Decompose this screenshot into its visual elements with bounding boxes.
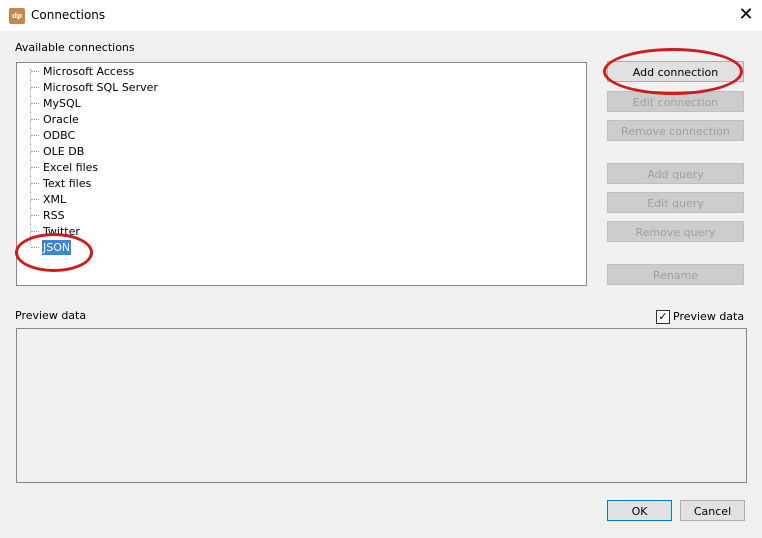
tree-connector — [31, 87, 39, 88]
tree-item-ole-db[interactable]: OLE DB — [42, 144, 85, 159]
preview-data-label: Preview data — [15, 309, 87, 322]
add-connection-button[interactable]: Add connection — [607, 61, 744, 82]
ok-button[interactable]: OK — [607, 500, 672, 521]
available-connections-label: Available connections — [15, 41, 135, 54]
edit-query-button[interactable]: Edit query — [607, 192, 744, 213]
tree-connector — [31, 71, 39, 72]
tree-connector — [31, 215, 39, 216]
remove-query-button[interactable]: Remove query — [607, 221, 744, 242]
tree-connector — [31, 199, 39, 200]
preview-data-checkbox-label[interactable]: Preview data — [673, 310, 744, 323]
connections-tree[interactable]: Microsoft Access Microsoft SQL Server My… — [16, 62, 587, 286]
tree-line — [30, 69, 31, 245]
tree-item-text-files[interactable]: Text files — [42, 176, 92, 191]
tree-connector — [31, 151, 39, 152]
tree-connector — [31, 135, 39, 136]
tree-item-excel-files[interactable]: Excel files — [42, 160, 99, 175]
tree-item-json[interactable]: JSON — [42, 240, 72, 255]
preview-data-checkbox[interactable]: ✓ — [656, 310, 670, 324]
title-bar: dp Connections ✕ — [0, 0, 762, 31]
tree-item-twitter[interactable]: Twitter — [42, 224, 81, 239]
window-title: Connections — [31, 8, 106, 22]
tree-item-xml[interactable]: XML — [42, 192, 67, 207]
tree-connector — [31, 167, 39, 168]
tree-item-mysql[interactable]: MySQL — [42, 96, 82, 111]
cancel-button[interactable]: Cancel — [680, 500, 745, 521]
remove-connection-button[interactable]: Remove connection — [607, 120, 744, 141]
rename-button[interactable]: Rename — [607, 264, 744, 285]
tree-connector — [31, 183, 39, 184]
preview-data-panel — [16, 328, 747, 483]
close-icon[interactable]: ✕ — [736, 4, 756, 26]
tree-item-odbc[interactable]: ODBC — [42, 128, 76, 143]
tree-connector — [31, 247, 39, 248]
tree-connector — [31, 119, 39, 120]
add-query-button[interactable]: Add query — [607, 163, 744, 184]
tree-item-microsoft-sql-server[interactable]: Microsoft SQL Server — [42, 80, 159, 95]
tree-item-oracle[interactable]: Oracle — [42, 112, 80, 127]
edit-connection-button[interactable]: Edit connection — [607, 91, 744, 112]
tree-connector — [31, 103, 39, 104]
tree-item-rss[interactable]: RSS — [42, 208, 66, 223]
tree-item-microsoft-access[interactable]: Microsoft Access — [42, 64, 135, 79]
tree-connector — [31, 231, 39, 232]
app-icon: dp — [9, 8, 25, 24]
